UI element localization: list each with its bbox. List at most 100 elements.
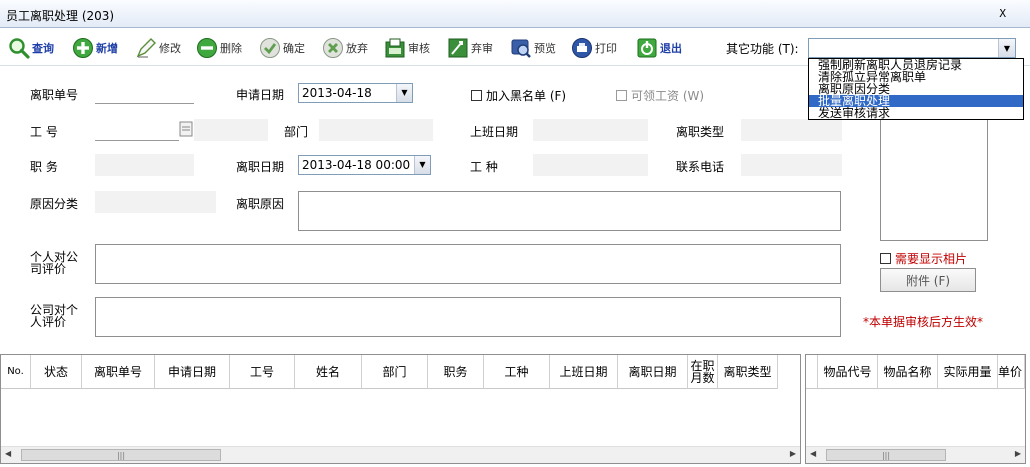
column-header[interactable]: 物品代号 xyxy=(818,355,878,389)
grid-header: 物品代号 物品名称 实际用量 单价 xyxy=(806,355,1025,389)
audit-button[interactable]: 审核 xyxy=(384,34,430,62)
add-button[interactable]: 新增 xyxy=(72,34,118,62)
column-header[interactable]: 工号 xyxy=(230,355,295,389)
column-header[interactable]: No. xyxy=(1,355,31,389)
lookup-icon[interactable] xyxy=(179,121,193,137)
leave-date-label: 离职日期 xyxy=(236,160,285,174)
chevron-down-icon[interactable]: ▼ xyxy=(396,84,412,102)
print-button[interactable]: 打印 xyxy=(571,34,617,62)
checkbox-box xyxy=(880,253,891,264)
column-header[interactable]: 单价 xyxy=(998,355,1025,389)
items-grid[interactable]: 物品代号 物品名称 实际用量 单价 ◀ ||| ▶ xyxy=(805,354,1026,464)
dropdown-option[interactable]: 强制刷新离职人员退房记录 xyxy=(809,59,1023,71)
attachment-button[interactable]: 附件 (F) xyxy=(880,268,976,292)
leave-date-picker[interactable]: 2013-04-18 00:00 ▼ xyxy=(298,155,431,175)
dropdown-option-selected[interactable]: 批量离职处理 xyxy=(809,95,1023,107)
job-type-field xyxy=(533,154,648,176)
exit-icon xyxy=(637,38,657,58)
column-header[interactable]: 姓名 xyxy=(295,355,362,389)
column-header[interactable]: 职务 xyxy=(428,355,484,389)
dropdown-option[interactable]: 离职原因分类 xyxy=(809,83,1023,95)
chevron-down-icon[interactable]: ▼ xyxy=(414,156,430,174)
column-header[interactable]: 上班日期 xyxy=(550,355,618,389)
company-eval-textarea[interactable] xyxy=(95,297,841,337)
horizontal-scrollbar[interactable]: ◀ ||| ▶ xyxy=(806,446,1025,463)
title-bar: 员工离职处理 (203) X xyxy=(0,0,1030,28)
add-icon xyxy=(73,38,93,58)
confirm-button[interactable]: 确定 xyxy=(259,34,305,62)
column-header[interactable]: 离职类型 xyxy=(718,355,778,389)
order-no-label: 离职单号 xyxy=(30,88,79,102)
apply-date-picker[interactable]: 2013-04-18 ▼ xyxy=(298,83,413,103)
edit-button[interactable]: 修改 xyxy=(135,34,181,62)
audit-icon xyxy=(385,38,405,58)
reason-category-field xyxy=(95,191,216,213)
checkbox-box xyxy=(471,90,482,101)
blacklist-checkbox[interactable]: 加入黑名单 (F) xyxy=(471,87,566,104)
preview-icon xyxy=(511,39,531,58)
column-header[interactable]: 实际用量 xyxy=(938,355,998,389)
photo-frame xyxy=(880,115,988,241)
dept-label: 部门 xyxy=(284,125,309,139)
edit-icon xyxy=(136,38,156,58)
start-date-label: 上班日期 xyxy=(470,125,519,139)
column-header[interactable]: 申请日期 xyxy=(155,355,230,389)
scroll-thumb[interactable]: ||| xyxy=(21,449,221,461)
notice-text: *本单据审核后方生效* xyxy=(863,315,984,329)
dropdown-option[interactable]: 清除孤立异常离职单 xyxy=(809,71,1023,83)
column-header[interactable]: 离职单号 xyxy=(82,355,155,389)
order-no-input[interactable] xyxy=(95,82,194,104)
apply-date-label: 申请日期 xyxy=(236,88,285,102)
reason-category-label: 原因分类 xyxy=(30,197,79,211)
column-header xyxy=(806,355,818,389)
reason-label: 离职原因 xyxy=(236,197,285,211)
wage-checkbox[interactable]: 可领工资 (W) xyxy=(616,87,704,104)
leave-type-field xyxy=(741,119,842,141)
exit-button[interactable]: 退出 xyxy=(636,34,682,62)
position-label: 职 务 xyxy=(30,160,58,174)
check-icon xyxy=(260,38,280,58)
scroll-thumb[interactable]: ||| xyxy=(826,449,946,461)
column-header[interactable]: 工种 xyxy=(484,355,550,389)
resignation-grid[interactable]: No. 状态 离职单号 申请日期 工号 姓名 部门 职务 工种 上班日期 离职日… xyxy=(0,354,801,464)
window-title: 员工离职处理 (203) xyxy=(6,9,115,23)
personal-eval-textarea[interactable] xyxy=(95,244,841,284)
delete-button[interactable]: 删除 xyxy=(196,34,242,62)
show-photo-checkbox[interactable]: 需要显示相片 xyxy=(880,250,967,267)
job-type-label: 工 种 xyxy=(470,160,498,174)
dropdown-option[interactable]: 发送审核请求 xyxy=(809,107,1023,119)
chevron-down-icon[interactable]: ▼ xyxy=(998,39,1015,57)
unaudit-icon xyxy=(448,38,468,58)
phone-field xyxy=(741,154,842,176)
other-functions-label: 其它功能 (T): xyxy=(726,42,799,56)
phone-label: 联系电话 xyxy=(676,160,725,174)
personal-eval-label: 个人对公司评价 xyxy=(30,250,79,276)
other-functions-dropdown: 强制刷新离职人员退房记录 清除孤立异常离职单 离职原因分类 批量离职处理 发送审… xyxy=(808,58,1024,120)
scroll-right-icon[interactable]: ▶ xyxy=(790,449,796,458)
checkbox-box xyxy=(616,90,627,101)
column-header[interactable]: 离职日期 xyxy=(618,355,688,389)
column-header[interactable]: 状态 xyxy=(31,355,82,389)
preview-button[interactable]: 预览 xyxy=(510,34,556,62)
unaudit-button[interactable]: 弃审 xyxy=(447,34,493,62)
scroll-left-icon[interactable]: ◀ xyxy=(5,449,11,458)
close-button[interactable]: X xyxy=(999,7,1006,20)
company-eval-label: 公司对个人评价 xyxy=(30,303,79,329)
search-icon xyxy=(9,38,30,59)
cancel-button[interactable]: 放弃 xyxy=(322,34,368,62)
leave-type-label: 离职类型 xyxy=(676,125,725,139)
scroll-right-icon[interactable]: ▶ xyxy=(1015,449,1021,458)
column-header[interactable]: 物品名称 xyxy=(878,355,938,389)
column-header[interactable]: 部门 xyxy=(362,355,428,389)
position-field xyxy=(95,154,194,176)
search-button[interactable]: 查询 xyxy=(8,34,54,62)
column-header[interactable]: 在职月数 xyxy=(688,355,718,389)
emp-name-field xyxy=(194,119,268,141)
start-date-field xyxy=(533,119,648,141)
scroll-left-icon[interactable]: ◀ xyxy=(810,449,816,458)
other-functions-select[interactable]: ▼ xyxy=(808,38,1016,58)
emp-no-label: 工 号 xyxy=(30,125,58,139)
emp-no-input[interactable] xyxy=(95,119,179,141)
horizontal-scrollbar[interactable]: ◀ ||| ▶ xyxy=(1,446,800,463)
reason-textarea[interactable] xyxy=(298,191,841,231)
